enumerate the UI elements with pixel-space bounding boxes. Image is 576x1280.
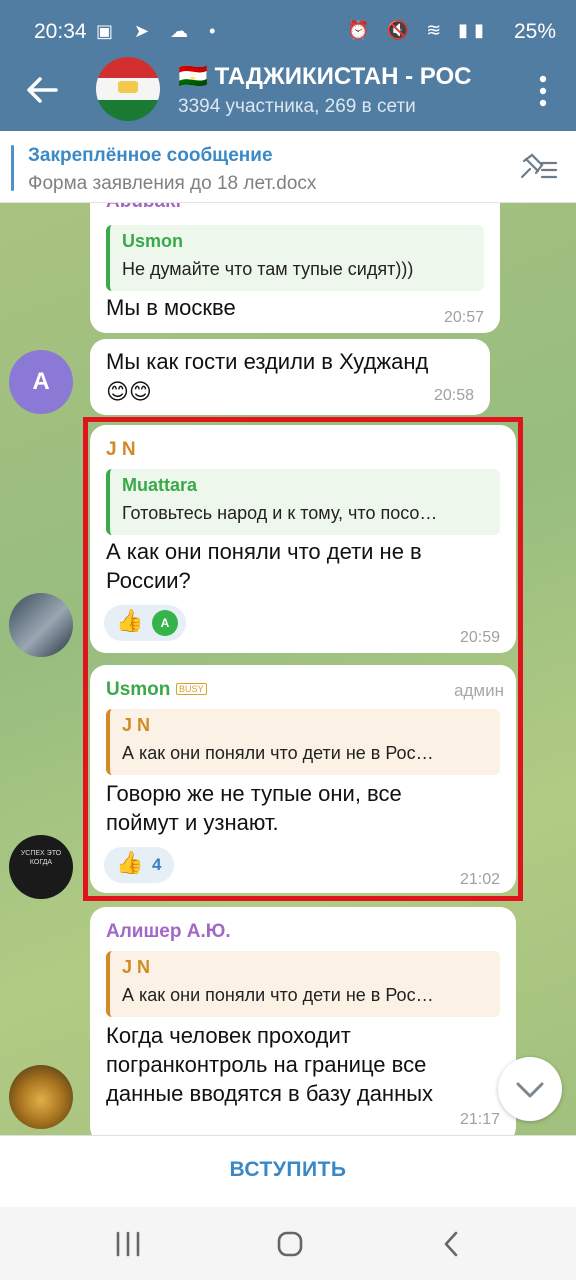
avatar-letter: A <box>32 368 50 395</box>
chat-subtitle: 3394 участника, 269 в сети <box>178 96 416 117</box>
crown-icon <box>118 81 138 93</box>
highlight-frame <box>83 417 523 901</box>
message-text: Когда человек проходит <box>106 1023 351 1048</box>
chat-area[interactable]: Abubakr Usmon Не думайте что там тупые с… <box>0 203 576 1135</box>
back-arrow-icon[interactable] <box>22 70 62 110</box>
message-time: 20:58 <box>433 387 474 404</box>
notification-icons: ▣ ➤ ☁ • <box>96 21 224 41</box>
message-bubble[interactable]: Алишер А.Ю. J N А как они поняли что дет… <box>90 907 516 1135</box>
sender-name: Алишер А.Ю. <box>106 921 231 942</box>
avatar[interactable] <box>9 1065 73 1129</box>
quote-sender: J N <box>122 957 151 977</box>
sender-name: Abubakr <box>106 203 183 213</box>
flag-icon: 🇹🇯 <box>178 63 208 90</box>
join-bar: ВСТУПИТЬ <box>0 1135 576 1207</box>
quote-text: Не думайте что там тупые сидят))) <box>122 259 414 279</box>
group-avatar[interactable] <box>96 57 160 121</box>
avatar[interactable]: A <box>9 350 73 414</box>
message-time: 21:17 <box>459 1111 500 1128</box>
message-text: данные вводятся в базу данных <box>106 1081 434 1106</box>
message-text: Мы как гости ездили в Худжанд <box>106 349 429 374</box>
reply-quote[interactable]: J N А как они поняли что дети не в Рос… <box>106 951 500 1017</box>
recent-apps-icon[interactable] <box>108 1227 148 1261</box>
home-icon[interactable] <box>270 1227 310 1261</box>
pinned-list-icon[interactable] <box>516 151 558 183</box>
message-text: Мы в москве <box>106 295 236 320</box>
message-bubble[interactable]: Мы как гости ездили в Худжанд 😊😊 20:58 <box>90 339 490 415</box>
app-header: 20:34 ▣ ➤ ☁ • ⏰ 🔇 ≋ ▮▮ 25% 🇹🇯 ТАДЖИКИСТА… <box>0 0 576 131</box>
pinned-indicator <box>11 145 14 191</box>
avatar[interactable]: УСПЕХ ЭТО КОГДА <box>9 835 73 899</box>
message-emoji: 😊😊 <box>106 379 152 404</box>
pinned-message[interactable]: Закреплённое сообщение Форма заявления д… <box>0 131 576 203</box>
avatar-text: УСПЕХ ЭТО КОГДА <box>20 850 62 866</box>
chat-title-text: ТАДЖИКИСТАН - РОС <box>214 63 472 90</box>
scroll-down-button[interactable] <box>498 1057 562 1121</box>
reply-quote[interactable]: Usmon Не думайте что там тупые сидят))) <box>106 225 484 291</box>
quote-text: А как они поняли что дети не в Рос… <box>122 985 434 1005</box>
join-button[interactable]: ВСТУПИТЬ <box>229 1158 346 1182</box>
quote-sender: Usmon <box>122 231 184 251</box>
status-bar: 20:34 ▣ ➤ ☁ • ⏰ 🔇 ≋ ▮▮ 25% <box>0 0 576 62</box>
pinned-label: Закреплённое сообщение <box>28 145 273 166</box>
pinned-text: Форма заявления до 18 лет.docx <box>28 173 317 194</box>
chevron-down-icon <box>516 1082 544 1098</box>
message-bubble[interactable]: Abubakr Usmon Не думайте что там тупые с… <box>90 203 500 333</box>
message-text: погранконтроль на границе все <box>106 1052 427 1077</box>
battery-level: 25% <box>513 20 556 43</box>
status-time: 20:34 <box>34 20 87 43</box>
chat-title[interactable]: 🇹🇯 ТАДЖИКИСТАН - РОС <box>178 62 508 91</box>
system-navigation-bar <box>0 1207 576 1280</box>
avatar[interactable] <box>9 593 73 657</box>
system-icons: ⏰ 🔇 ≋ ▮▮ <box>347 20 490 40</box>
message-time: 20:57 <box>443 309 484 326</box>
back-nav-icon[interactable] <box>432 1227 472 1261</box>
more-menu-icon[interactable] <box>538 74 548 108</box>
